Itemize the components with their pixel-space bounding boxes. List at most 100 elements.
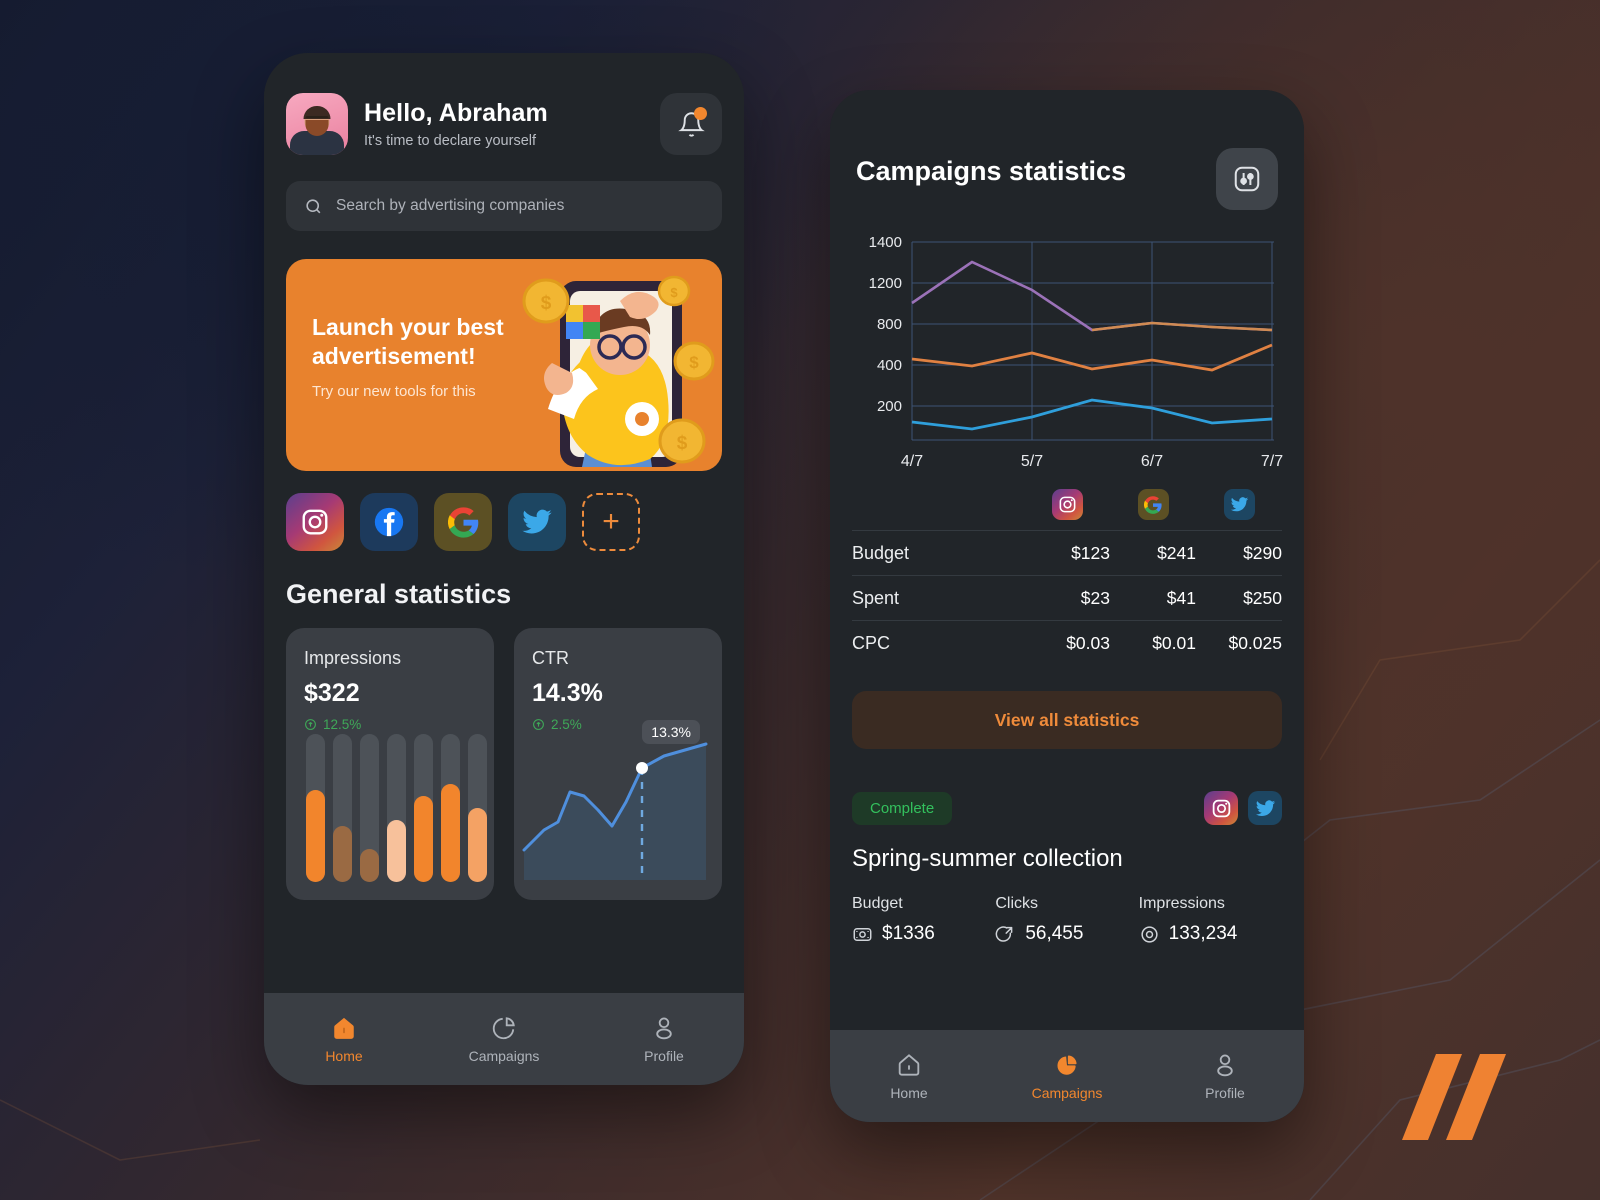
bar-slot — [360, 734, 379, 882]
twitter-icon — [522, 509, 552, 534]
row-value: $250 — [1243, 587, 1282, 608]
social-accounts-row: + — [264, 471, 744, 551]
table-row: CPC $0.03 $0.01 $0.025 — [852, 620, 1282, 665]
column-twitter — [1196, 489, 1282, 520]
y-tick-800: 800 — [877, 316, 902, 333]
google-badge — [1137, 489, 1169, 520]
search-input[interactable]: Search by advertising companies — [286, 181, 722, 231]
bar-slot — [468, 734, 487, 882]
stat-value: 14.3% — [532, 679, 603, 707]
search-placeholder: Search by advertising companies — [336, 197, 565, 214]
nav-item-profile[interactable]: Profile — [584, 1015, 744, 1064]
promo-title: Launch your best advertisement! — [312, 314, 504, 369]
nav-item-home[interactable]: Home — [830, 1052, 988, 1101]
bar-fill — [387, 819, 406, 882]
row-value: $290 — [1243, 542, 1282, 563]
social-facebook-button[interactable] — [360, 493, 418, 551]
table-row: Budget $123 $241 $290 — [852, 530, 1282, 575]
campaign-card[interactable]: Complete Spring-summer collection Budget… — [830, 749, 1304, 945]
series-purple — [911, 260, 1273, 332]
impressions-bar-chart — [306, 734, 494, 882]
campaign-card-top: Complete — [852, 791, 1282, 825]
promo-subtitle: Try our new tools for this — [312, 382, 476, 400]
line-chart-svg: 1400 1200 800 400 200 4/7 5/7 6/7 7/7 — [869, 234, 1284, 470]
row-value: $0.01 — [1152, 632, 1196, 653]
stat-value: 133,234 — [1168, 923, 1238, 944]
nav-item-campaigns[interactable]: Campaigns — [988, 1052, 1146, 1101]
right-bottom-nav: Home Campaigns Profile — [830, 1030, 1304, 1122]
column-google — [1110, 489, 1196, 520]
social-twitter-button[interactable] — [508, 493, 566, 551]
campaign-title: Spring-summer collection — [852, 845, 1123, 872]
stat-card-ctr[interactable]: CTR 14.3% 2.5% 13.3% — [514, 628, 722, 900]
google-icon — [1144, 495, 1162, 514]
bar-fill — [360, 849, 379, 882]
stat-card-impressions[interactable]: Impressions $322 12.5% — [286, 628, 494, 900]
stat-value: $1336 — [882, 923, 935, 944]
social-instagram-button[interactable] — [286, 493, 344, 551]
nav-item-home[interactable]: Home — [264, 1015, 424, 1064]
stat-label: Impressions — [1138, 895, 1225, 912]
svg-text:$: $ — [670, 285, 678, 300]
row-value: $241 — [1157, 542, 1196, 563]
nav-item-campaigns[interactable]: Campaigns — [424, 1015, 584, 1064]
bar-slot — [414, 734, 433, 882]
y-tick-1200: 1200 — [869, 275, 902, 292]
instagram-icon — [1059, 496, 1075, 513]
eye-icon — [1141, 925, 1158, 943]
x-tick-4: 7/7 — [1261, 453, 1283, 470]
right-phone-frame: Campaigns statistics 1400 1200 800 400 2… — [830, 90, 1304, 1122]
notification-button[interactable] — [660, 93, 722, 155]
platform-metrics-table: Budget $123 $241 $290 Spent $23 $41 $250… — [830, 483, 1304, 665]
twitter-icon — [1230, 497, 1248, 512]
person-icon — [656, 1017, 672, 1039]
svg-text:$: $ — [541, 293, 552, 314]
x-tick-2: 5/7 — [1021, 453, 1043, 470]
bar-fill — [333, 825, 352, 882]
facebook-icon — [374, 507, 404, 537]
instagram-icon — [1212, 799, 1230, 817]
column-instagram — [1024, 489, 1110, 520]
filter-button[interactable] — [1216, 148, 1278, 210]
row-value: $0.03 — [1066, 632, 1110, 653]
status-badge: Complete — [852, 791, 953, 825]
row-label: Spent — [852, 587, 900, 608]
instagram-badge[interactable] — [1204, 791, 1238, 825]
stat-value-row: $1336 — [852, 923, 995, 945]
campaign-stat-budget: Budget $1336 — [852, 895, 995, 945]
view-all-statistics-button[interactable]: View all statistics — [852, 691, 1282, 749]
y-tick-400: 400 — [877, 357, 902, 374]
nav-label: Campaigns — [1031, 1084, 1103, 1101]
stat-label: Impressions — [304, 648, 402, 668]
stat-label: Clicks — [995, 895, 1038, 912]
row-label: CPC — [852, 632, 891, 653]
brand-logo — [1402, 1054, 1506, 1140]
promo-banner[interactable]: $ $ $ $ Launch your best advertisement! … — [286, 259, 722, 471]
trend-up-icon — [305, 719, 316, 730]
nav-label: Profile — [644, 1047, 684, 1064]
nav-item-profile[interactable]: Profile — [1146, 1052, 1304, 1101]
nav-label: Home — [890, 1084, 928, 1101]
left-bottom-nav: Home Campaigns Profile — [264, 993, 744, 1085]
avatar[interactable] — [286, 93, 348, 155]
add-account-button[interactable]: + — [582, 493, 640, 551]
home-header: Hello, Abraham It's time to declare your… — [264, 53, 744, 155]
twitter-icon — [1255, 799, 1275, 816]
bar-slot — [333, 734, 352, 882]
social-google-button[interactable] — [434, 493, 492, 551]
stat-delta: 12.5% — [304, 717, 476, 732]
right-screen-content: Campaigns statistics 1400 1200 800 400 2… — [830, 90, 1304, 1030]
search-icon — [306, 198, 321, 213]
bar-slot — [306, 734, 325, 882]
stat-value: 56,455 — [1025, 923, 1084, 944]
sliders-icon — [1234, 166, 1260, 192]
campaign-stat-clicks: Clicks 56,455 — [995, 895, 1138, 945]
home-icon — [898, 1053, 920, 1076]
stat-value-row: 56,455 — [995, 923, 1138, 945]
table-row: Spent $23 $41 $250 — [852, 575, 1282, 620]
campaigns-line-chart: 1400 1200 800 400 200 4/7 5/7 6/7 7/7 — [830, 210, 1304, 483]
click-arrow-icon — [995, 925, 1013, 942]
right-phone-screen: Campaigns statistics 1400 1200 800 400 2… — [830, 90, 1304, 1122]
page-title: Hello, Abraham — [364, 99, 548, 127]
twitter-badge[interactable] — [1248, 791, 1282, 825]
